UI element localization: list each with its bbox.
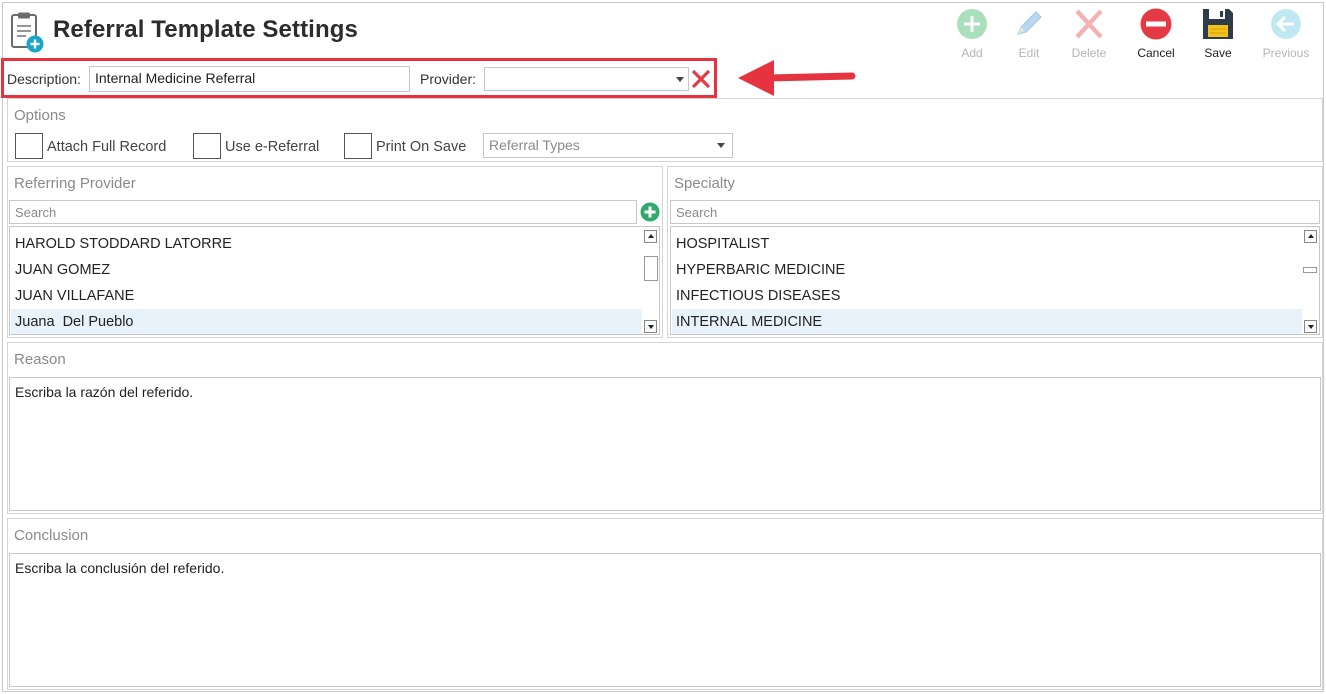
delete-button[interactable]: Delete [1059, 7, 1119, 63]
list-item[interactable]: JUAN VILLAFANE [11, 283, 642, 309]
specialty-search-input[interactable]: Search [670, 200, 1320, 224]
use-e-referral-label: Use e-Referral [225, 139, 320, 155]
print-on-save-label: Print On Save [376, 139, 467, 155]
scroll-thumb[interactable] [644, 256, 658, 281]
add-icon [957, 9, 987, 39]
arrow-down-icon [648, 325, 654, 329]
provider-label: Provider: [420, 71, 477, 87]
list-item[interactable]: HYPERBARIC MEDICINE [672, 257, 1302, 283]
pencil-icon [1017, 11, 1042, 35]
edit-label: Edit [1018, 46, 1040, 60]
list-item[interactable]: HOSPITALIST [672, 231, 1302, 257]
list-item[interactable]: INFECTIOUS DISEASES [672, 283, 1302, 309]
scroll-down-button[interactable] [1304, 320, 1317, 333]
previous-button[interactable]: Previous [1256, 7, 1316, 63]
reason-title: Reason [14, 351, 66, 368]
provider-dropdown[interactable] [484, 67, 689, 91]
edit-button[interactable]: Edit [999, 7, 1059, 63]
referral-types-dropdown[interactable]: Referral Types [483, 133, 733, 158]
cancel-label: Cancel [1137, 46, 1175, 60]
arrow-up-icon [648, 234, 654, 238]
arrow-down-icon [1308, 325, 1314, 329]
chevron-down-icon [676, 77, 684, 82]
description-label: Description: [7, 71, 81, 87]
scroll-up-button[interactable] [1304, 230, 1317, 243]
attach-full-record-checkbox[interactable] [15, 133, 43, 159]
floppy-disk-icon [1203, 9, 1233, 39]
list-item[interactable]: HAROLD STODDARD LATORRE [11, 231, 642, 257]
reason-textarea[interactable]: Escriba la razón del referido. [9, 377, 1321, 511]
list-item[interactable]: JUAN GOMEZ [11, 257, 642, 283]
add-button[interactable]: Add [942, 7, 1002, 63]
cancel-button[interactable]: Cancel [1126, 7, 1186, 63]
delete-x-icon [1075, 9, 1103, 39]
add-label: Add [961, 46, 983, 60]
annotation-arrow-icon [738, 60, 856, 96]
print-on-save-checkbox[interactable] [344, 133, 372, 159]
arrow-up-icon [1308, 234, 1314, 238]
conclusion-textarea[interactable]: Escriba la conclusión del referido. [9, 553, 1321, 687]
list-item-selected[interactable]: INTERNAL MEDICINE [672, 309, 1302, 334]
page-title: Referral Template Settings [53, 16, 358, 43]
scrollbar[interactable] [1302, 227, 1319, 334]
clear-provider-icon[interactable] [691, 69, 711, 89]
options-title: Options [14, 107, 66, 124]
specialty-list: HOSPITALIST HYPERBARIC MEDICINE INFECTIO… [670, 226, 1320, 335]
scroll-thumb[interactable] [1303, 267, 1317, 273]
cancel-icon [1140, 8, 1172, 40]
scroll-down-button[interactable] [644, 320, 657, 333]
conclusion-title: Conclusion [14, 527, 89, 544]
attach-full-record-label: Attach Full Record [47, 139, 167, 155]
arrow-left-icon [1271, 9, 1301, 39]
save-label: Save [1204, 46, 1232, 60]
clipboard-add-icon [11, 12, 44, 53]
save-button[interactable]: Save [1188, 7, 1248, 63]
scrollbar[interactable] [642, 227, 659, 334]
delete-label: Delete [1071, 46, 1107, 60]
specialty-title: Specialty [674, 175, 735, 192]
previous-label: Previous [1262, 46, 1310, 60]
add-provider-icon[interactable] [640, 202, 660, 222]
referral-types-placeholder: Referral Types [489, 137, 580, 153]
scroll-up-button[interactable] [644, 230, 657, 243]
list-item-selected[interactable]: Juana Del Pueblo [11, 309, 642, 334]
referring-provider-title: Referring Provider [14, 175, 136, 192]
referring-provider-list: HAROLD STODDARD LATORRE JUAN GOMEZ JUAN … [9, 226, 660, 335]
referring-provider-search-input[interactable]: Search [9, 200, 637, 224]
use-e-referral-checkbox[interactable] [193, 133, 221, 159]
description-input[interactable]: Internal Medicine Referral [89, 66, 410, 92]
chevron-down-icon [717, 143, 725, 148]
